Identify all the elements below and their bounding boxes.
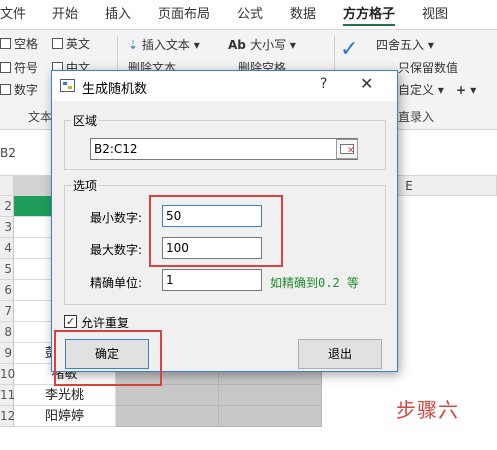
row-number[interactable]: 5 (0, 259, 14, 280)
options-legend: 选项 (71, 177, 100, 194)
row-number[interactable]: 4 (0, 238, 14, 259)
exit-button[interactable]: 退出 (298, 339, 382, 369)
row-number[interactable]: 3 (0, 217, 14, 238)
checkbox-space[interactable]: 空格 (0, 36, 38, 52)
tab-formulas[interactable]: 公式 (237, 4, 263, 26)
allow-repeat-label: 允许重复 (81, 316, 130, 330)
range-picker-button[interactable]: ✕ (336, 139, 358, 159)
round-label: 四舍五入 (376, 38, 425, 52)
checkbox-label: 符号 (14, 61, 39, 75)
min-number-label: 最小数字: (90, 211, 143, 225)
range-legend: 区域 (71, 112, 100, 129)
case-icon: Ab (228, 38, 251, 52)
row-number[interactable]: 10 (0, 364, 15, 385)
dialog-title: 生成随机数 (82, 82, 148, 97)
max-number-label: 最大数字: (90, 243, 143, 257)
insert-text-button[interactable]: ⇣ 插入文本 ▾ (128, 37, 200, 53)
row-number[interactable]: 7 (0, 301, 14, 322)
checkbox-english[interactable]: 英文 (52, 36, 90, 52)
row-number[interactable]: 8 (0, 322, 14, 343)
row-number[interactable]: 12 (0, 406, 15, 427)
checkbox-number[interactable]: 数字 (0, 82, 38, 98)
custom-button[interactable]: 自定义 ▾ (398, 82, 444, 98)
name-cell[interactable]: 李光桃 (14, 385, 116, 406)
checkbox-label: 空格 (14, 37, 39, 51)
help-button[interactable]: ? (320, 76, 327, 92)
tab-data[interactable]: 数据 (290, 4, 316, 26)
highlight-min-max (149, 195, 283, 267)
keep-value-label: 只保留数值 (398, 61, 459, 75)
insert-text-icon: ⇣ (128, 38, 142, 52)
keep-value-button[interactable]: 只保留数值 (398, 60, 458, 76)
step-annotation: 步骤六 (396, 398, 459, 422)
tab-page-layout[interactable]: 页面布局 (158, 4, 210, 26)
checkbox-label: 英文 (66, 37, 91, 51)
dialog-app-icon (60, 79, 75, 92)
cell-c[interactable] (116, 406, 219, 427)
row-number[interactable]: 2 (0, 196, 14, 217)
allow-repeat-checkbox[interactable]: ✓ (64, 315, 77, 328)
checkbox-symbol[interactable]: 符号 (0, 60, 38, 76)
tab-fangfang[interactable]: 方方格子 (343, 4, 396, 26)
group-label-input: 直录入 (398, 110, 435, 124)
cell-d[interactable] (219, 385, 322, 406)
random-icon[interactable]: ✓ (340, 39, 358, 61)
precision-label: 精确单位: (90, 276, 143, 290)
row-number[interactable]: 11 (0, 385, 15, 406)
tab-home[interactable]: 开始 (52, 4, 78, 26)
cell-c[interactable] (116, 385, 219, 406)
checkbox-box (52, 38, 63, 49)
case-button[interactable]: Ab 大小写 ▾ (228, 37, 296, 53)
tab-insert[interactable]: 插入 (105, 4, 131, 26)
select-all-corner[interactable] (0, 176, 14, 196)
row-number[interactable]: 6 (0, 280, 14, 301)
checkbox-box (0, 62, 11, 73)
checkbox-label: 数字 (14, 83, 39, 97)
group-label-text: 文本 (28, 110, 53, 124)
range-input[interactable]: B2:C12 (90, 138, 358, 160)
checkbox-box (0, 38, 11, 49)
tab-file[interactable]: 文件 (0, 4, 26, 26)
picker-arrow-icon: ✕ (347, 146, 355, 156)
insert-text-label: 插入文本 (141, 38, 190, 52)
name-cell[interactable]: 阳婷婷 (14, 406, 116, 427)
custom-label: 自定义 (398, 83, 435, 97)
name-box[interactable]: B2 (0, 146, 16, 160)
checkbox-box (0, 84, 11, 95)
precision-input[interactable]: 1 (162, 269, 262, 291)
ribbon-tab-bar: 文件 开始 插入 页面布局 公式 数据 方方格子 视图 (0, 0, 497, 30)
highlight-ok-button (54, 330, 162, 386)
precision-hint: 如精确到0.2 等 (270, 276, 359, 290)
dialog-title-bar[interactable]: 生成随机数 ? ✕ (52, 71, 397, 101)
cell-d[interactable] (219, 406, 322, 427)
row-number[interactable]: 9 (0, 343, 14, 364)
plus-icon[interactable]: + ▾ (456, 82, 476, 98)
tab-view[interactable]: 视图 (422, 4, 448, 26)
case-label: 大小写 (250, 38, 287, 52)
close-button[interactable]: ✕ (360, 74, 373, 93)
round-button[interactable]: 四舍五入 ▾ (376, 37, 434, 53)
